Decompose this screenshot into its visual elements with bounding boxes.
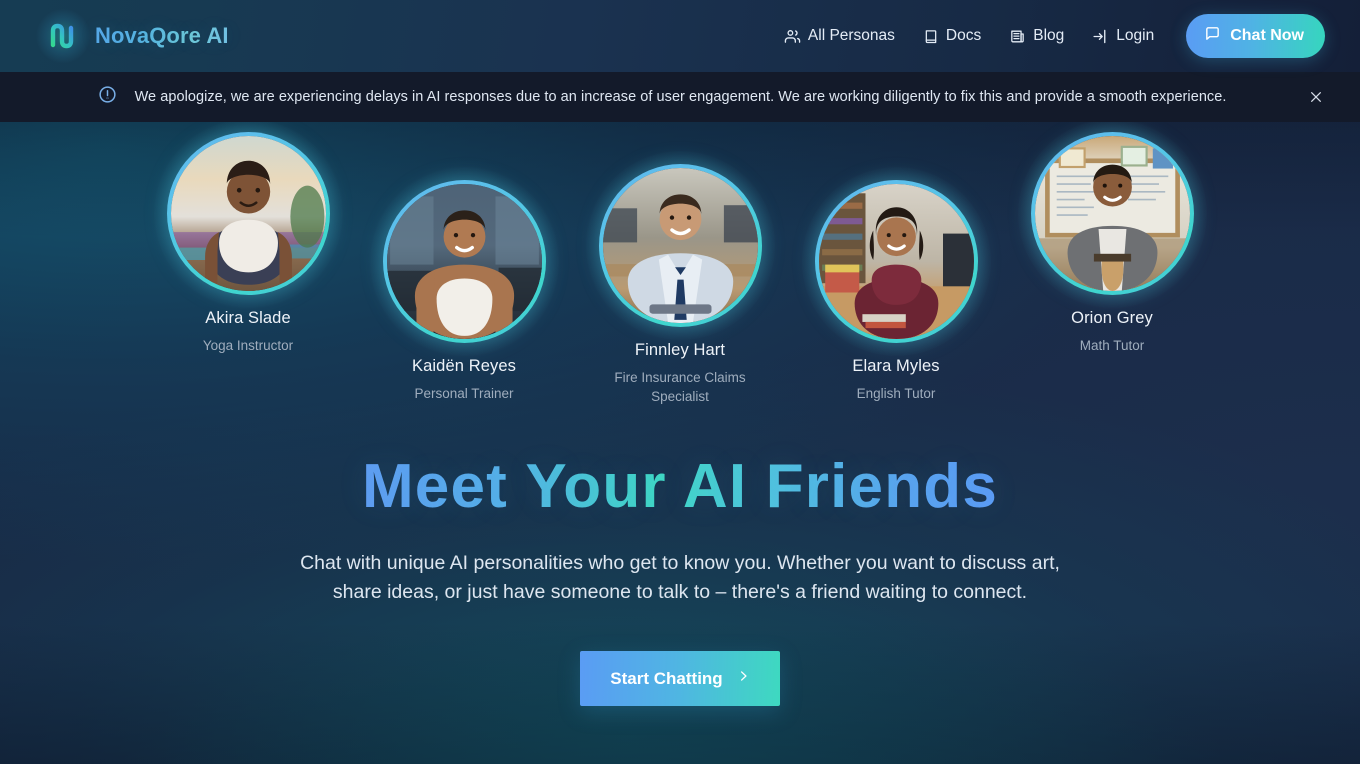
hero-section: Meet Your AI Friends Chat with unique AI… xyxy=(0,452,1360,707)
chat-now-button[interactable]: Chat Now xyxy=(1186,14,1325,58)
brand-logo[interactable]: NovaQore AI xyxy=(36,9,229,63)
persona-card[interactable]: Elara Myles English Tutor xyxy=(801,167,991,403)
landing-page: NovaQore AI All Personas Docs Blog Login… xyxy=(0,0,1360,764)
nav-item-label: Blog xyxy=(1033,27,1065,44)
persona-carousel: Akira Slade Yoga Instructor Kaidën Reyes… xyxy=(0,119,1360,422)
persona-role: Yoga Instructor xyxy=(202,337,294,353)
avatar-photo-elara-myles xyxy=(818,184,974,339)
wave-logo-icon xyxy=(36,9,90,63)
chat-bubble-icon xyxy=(1204,25,1221,47)
avatar[interactable] xyxy=(801,167,991,356)
chevron-right-icon xyxy=(737,668,750,689)
persona-card[interactable]: Kaidën Reyes Personal Trainer xyxy=(369,167,559,403)
avatar-photo-akira-slade xyxy=(170,136,326,291)
brand-name: NovaQore AI xyxy=(95,23,229,48)
nav-item-all-personas[interactable]: All Personas xyxy=(770,18,909,54)
avatar[interactable] xyxy=(585,151,775,340)
avatar-ring xyxy=(382,180,546,343)
avatar-photo-kaiden-reyes xyxy=(386,184,542,339)
avatar[interactable] xyxy=(1017,119,1207,308)
site-header: NovaQore AI All Personas Docs Blog Login… xyxy=(0,0,1360,72)
persona-role: English Tutor xyxy=(856,385,936,401)
alert-close-button[interactable] xyxy=(1302,83,1330,111)
avatar-ring xyxy=(166,132,330,295)
newspaper-icon xyxy=(1009,28,1026,45)
persona-name: Akira Slade xyxy=(205,309,291,327)
main-nav: All Personas Docs Blog Login Chat Now xyxy=(770,14,1325,58)
alert-banner: We apologize, we are experiencing delays… xyxy=(0,72,1360,122)
login-arrow-icon xyxy=(1092,28,1109,45)
users-icon xyxy=(784,28,801,45)
nav-item-label: Login xyxy=(1116,27,1155,44)
nav-item-login[interactable]: Login xyxy=(1078,18,1168,54)
persona-card[interactable]: Akira Slade Yoga Instructor xyxy=(153,119,343,355)
persona-role: Fire Insurance Claims Specialist xyxy=(614,369,746,405)
book-icon xyxy=(923,28,939,45)
persona-name: Elara Myles xyxy=(852,357,940,375)
start-chatting-button[interactable]: Start Chatting xyxy=(580,651,780,707)
page-title: Meet Your AI Friends xyxy=(361,452,999,521)
avatar-ring xyxy=(814,180,978,343)
persona-card[interactable]: Finnley Hart Fire Insurance Claims Speci… xyxy=(585,151,775,407)
close-icon xyxy=(1308,92,1324,108)
nav-item-label: All Personas xyxy=(807,27,895,44)
avatar-ring xyxy=(598,164,762,327)
start-chatting-label: Start Chatting xyxy=(610,668,723,688)
avatar-ring xyxy=(1030,132,1194,295)
chat-now-label: Chat Now xyxy=(1230,27,1304,44)
persona-name: Orion Grey xyxy=(1071,309,1153,327)
avatar[interactable] xyxy=(369,167,559,356)
nav-item-blog[interactable]: Blog xyxy=(995,18,1078,54)
persona-name: Finnley Hart xyxy=(634,341,726,359)
persona-name: Kaidën Reyes xyxy=(412,357,516,375)
avatar[interactable] xyxy=(153,119,343,308)
persona-card[interactable]: Orion Grey Math Tutor xyxy=(1017,119,1207,355)
alert-message: We apologize, we are experiencing delays… xyxy=(134,89,1227,105)
persona-role: Personal Trainer xyxy=(414,385,514,401)
nav-item-label: Docs xyxy=(945,27,982,44)
nav-item-docs[interactable]: Docs xyxy=(909,18,995,54)
avatar-photo-finnley-hart xyxy=(602,168,758,323)
exclamation-circle-icon xyxy=(98,85,117,109)
avatar-photo-orion-grey xyxy=(1034,136,1190,291)
persona-role: Math Tutor xyxy=(1079,337,1145,353)
hero-subtitle: Chat with unique AI personalities who ge… xyxy=(300,552,1060,603)
alert-content: We apologize, we are experiencing delays… xyxy=(98,85,1227,109)
